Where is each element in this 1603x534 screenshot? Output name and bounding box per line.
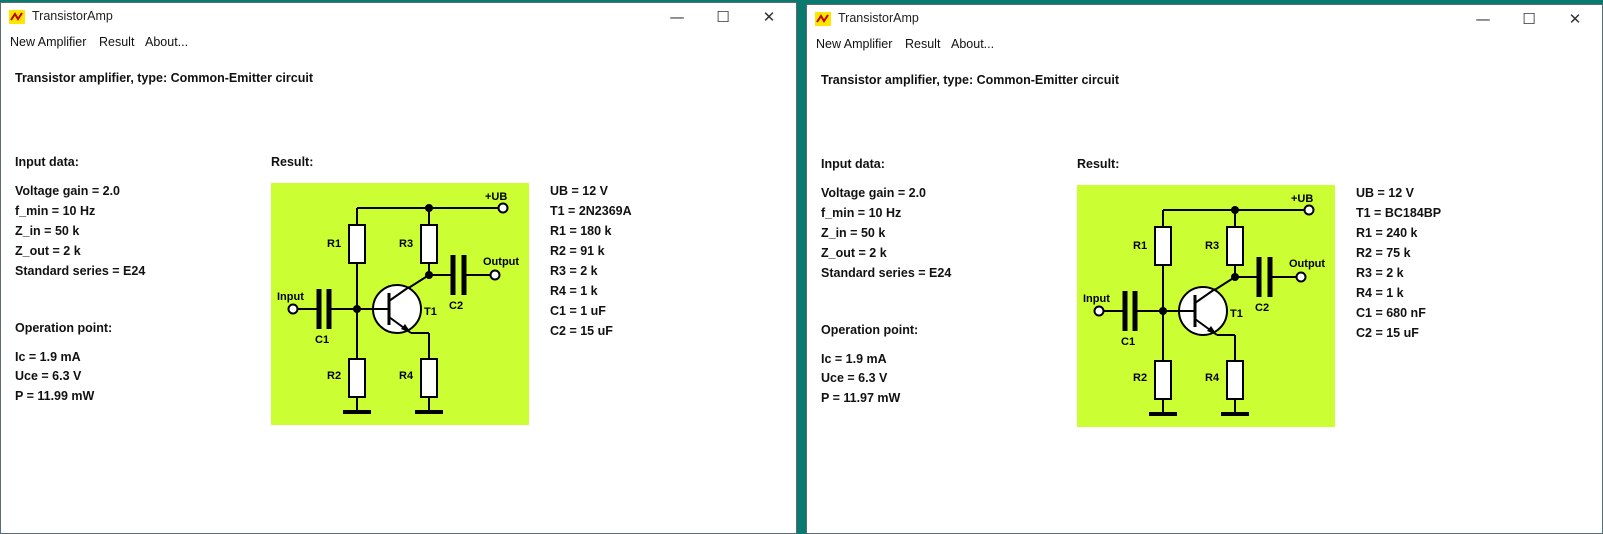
operation-line: Uce = 6.3 V — [15, 369, 82, 383]
maximize-button[interactable]: ☐ — [700, 3, 746, 31]
label-input: Input — [1083, 293, 1110, 305]
label-r3: R3 — [1205, 240, 1219, 252]
label-r2: R2 — [327, 370, 341, 382]
page-heading: Transistor amplifier, type: Common-Emitt… — [15, 71, 313, 85]
input-line: Voltage gain = 2.0 — [821, 186, 927, 200]
result-line: R4 = 1 k — [1356, 286, 1404, 300]
close-button[interactable]: ✕ — [1552, 5, 1598, 33]
result-line: R3 = 2 k — [550, 264, 598, 278]
window-title: TransistorAmp — [32, 9, 113, 23]
title-bar[interactable]: TransistorAmp — ☐ ✕ — [1, 3, 796, 31]
input-line: Standard series = E24 — [821, 266, 952, 280]
result-line: C2 = 15 uF — [550, 324, 613, 338]
input-line: Voltage gain = 2.0 — [15, 184, 121, 198]
menu-about[interactable]: About... — [145, 35, 188, 49]
input-line: Standard series = E24 — [15, 264, 146, 278]
minimize-button[interactable]: — — [1460, 5, 1506, 33]
label-c1: C1 — [1121, 336, 1135, 348]
label-r1: R1 — [327, 238, 341, 250]
menu-bar: New Amplifier Result About... — [807, 33, 1602, 55]
menu-about[interactable]: About... — [951, 37, 994, 51]
label-r2: R2 — [1133, 372, 1147, 384]
input-line: Z_out = 2 k — [15, 244, 81, 258]
result-line: R1 = 180 k — [550, 224, 612, 238]
circuit-schematic: +UB R1 R3 R2 R4 C1 C2 T1 Input Output — [1077, 185, 1335, 427]
content-area: Transistor amplifier, type: Common-Emitt… — [1, 55, 796, 533]
label-input: Input — [277, 291, 304, 303]
result-line: R2 = 75 k — [1356, 246, 1411, 260]
input-data-label: Input data: — [15, 155, 79, 169]
app-window-left: TransistorAmp — ☐ ✕ New Amplifier Result… — [0, 2, 797, 534]
label-ub: +UB — [485, 191, 507, 203]
result-line: R4 = 1 k — [550, 284, 598, 298]
menu-new-amplifier[interactable]: New Amplifier — [816, 37, 892, 51]
app-icon — [9, 10, 25, 24]
operation-line: Ic = 1.9 mA — [15, 350, 81, 364]
menu-result[interactable]: Result — [99, 35, 134, 49]
input-data-label: Input data: — [821, 157, 885, 171]
input-line: Z_in = 50 k — [821, 226, 886, 240]
label-r1: R1 — [1133, 240, 1147, 252]
operation-point-label: Operation point: — [821, 323, 919, 337]
result-label: Result: — [1077, 157, 1120, 171]
label-output: Output — [483, 256, 519, 268]
operation-line: Uce = 6.3 V — [821, 371, 888, 385]
menu-new-amplifier[interactable]: New Amplifier — [10, 35, 86, 49]
close-button[interactable]: ✕ — [746, 3, 792, 31]
result-line: C1 = 1 uF — [550, 304, 606, 318]
input-line: Z_out = 2 k — [821, 246, 887, 260]
title-bar[interactable]: TransistorAmp — ☐ ✕ — [807, 5, 1602, 33]
label-c1: C1 — [315, 334, 329, 346]
label-c2: C2 — [449, 300, 463, 312]
label-r3: R3 — [399, 238, 413, 250]
result-label: Result: — [271, 155, 314, 169]
window-title: TransistorAmp — [838, 11, 919, 25]
label-t1: T1 — [1230, 308, 1243, 320]
result-line: R3 = 2 k — [1356, 266, 1404, 280]
result-line: C2 = 15 uF — [1356, 326, 1419, 340]
label-c2: C2 — [1255, 302, 1269, 314]
label-r4: R4 — [1205, 372, 1220, 384]
label-t1: T1 — [424, 306, 437, 318]
operation-line: P = 11.99 mW — [15, 389, 95, 403]
operation-line: P = 11.97 mW — [821, 391, 901, 405]
result-line: UB = 12 V — [1356, 186, 1415, 200]
result-line: R2 = 91 k — [550, 244, 605, 258]
result-line: T1 = BC184BP — [1356, 206, 1442, 220]
label-r4: R4 — [399, 370, 414, 382]
result-line: T1 = 2N2369A — [550, 204, 632, 218]
circuit-schematic: +UB R1 R3 R2 R4 C1 C2 T1 Input Output — [271, 183, 529, 425]
input-line: f_min = 10 Hz — [15, 204, 96, 218]
result-line: UB = 12 V — [550, 184, 609, 198]
result-line: C1 = 680 nF — [1356, 306, 1426, 320]
result-line: R1 = 240 k — [1356, 226, 1418, 240]
input-line: Z_in = 50 k — [15, 224, 80, 238]
minimize-button[interactable]: — — [654, 3, 700, 31]
app-window-right: TransistorAmp — ☐ ✕ New Amplifier Result… — [806, 4, 1603, 534]
operation-line: Ic = 1.9 mA — [821, 352, 887, 366]
label-output: Output — [1289, 258, 1325, 270]
app-icon — [815, 12, 831, 26]
menu-result[interactable]: Result — [905, 37, 940, 51]
input-line: f_min = 10 Hz — [821, 206, 902, 220]
label-ub: +UB — [1291, 193, 1313, 205]
maximize-button[interactable]: ☐ — [1506, 5, 1552, 33]
content-area: Transistor amplifier, type: Common-Emitt… — [807, 57, 1602, 533]
menu-bar: New Amplifier Result About... — [1, 31, 796, 53]
page-heading: Transistor amplifier, type: Common-Emitt… — [821, 73, 1119, 87]
operation-point-label: Operation point: — [15, 321, 113, 335]
